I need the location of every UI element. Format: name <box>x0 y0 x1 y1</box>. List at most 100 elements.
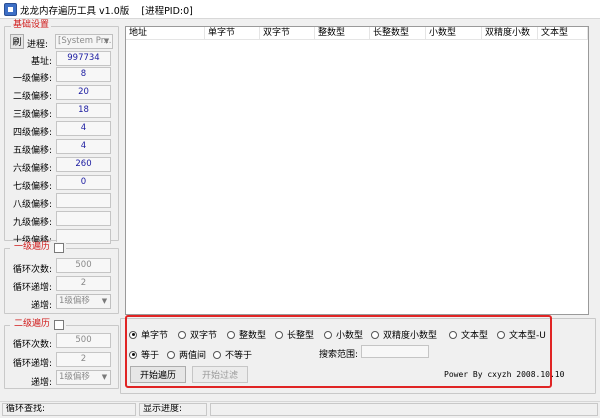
process-select[interactable]: [System Pr... ▼ <box>55 34 113 49</box>
offset-label-5: 五级偏移: <box>12 146 52 156</box>
radio-byte[interactable]: 单字节 <box>129 328 168 341</box>
level1-enable-checkbox[interactable] <box>54 242 65 253</box>
offset-label-6: 六级偏移: <box>12 164 52 174</box>
search-range-field[interactable] <box>361 345 429 358</box>
offset-list: 一级偏移: 8 二级偏移: 20 三级偏移: 18 四级偏移: 4 五级偏移: … <box>0 66 120 246</box>
level2-step-label: 循环递增: <box>12 359 52 369</box>
radio-equal-label: 等于 <box>141 351 160 361</box>
column-header-double[interactable]: 双精度小数 <box>482 27 538 40</box>
level1-loop-label: 循环次数: <box>12 265 52 275</box>
chevron-down-icon[interactable]: ▼ <box>99 371 110 384</box>
radio-float[interactable]: 小数型 <box>324 328 363 341</box>
compare-mode-radios: 等于 两值间 不等于 <box>129 348 309 361</box>
level2-traverse-title: 二级遍历 <box>12 319 53 330</box>
level1-target-value: 1级偏移 <box>59 296 90 306</box>
level2-enable-checkbox[interactable] <box>54 319 65 330</box>
window-title: 龙龙内存遍历工具 v1.0版 [进程PID:0] <box>20 3 193 17</box>
column-header-int[interactable]: 整数型 <box>315 27 370 40</box>
radio-dot[interactable] <box>213 350 221 359</box>
level2-target-value: 1级偏移 <box>59 372 90 382</box>
offset-field-8[interactable] <box>56 193 111 208</box>
status-extra <box>210 403 598 416</box>
level1-target-select[interactable]: 1级偏移 ▼ <box>56 294 111 309</box>
radio-between-label: 两值间 <box>179 351 207 361</box>
radio-dot[interactable] <box>129 330 137 339</box>
radio-dot[interactable] <box>167 350 175 359</box>
column-header-long[interactable]: 长整数型 <box>370 27 426 40</box>
radio-dot[interactable] <box>227 330 235 339</box>
level1-step-field[interactable]: 2 <box>56 276 111 291</box>
radio-dot[interactable] <box>275 330 283 339</box>
offset-label-2: 二级偏移: <box>12 92 52 102</box>
app-icon <box>4 3 17 16</box>
offset-label-8: 八级偏移: <box>12 200 52 210</box>
offset-field-5[interactable]: 4 <box>56 139 111 154</box>
radio-double[interactable]: 双精度小数型 <box>371 328 437 341</box>
offset-label-9: 九级偏移: <box>12 218 52 228</box>
column-header-address[interactable]: 地址 <box>126 27 205 40</box>
offset-field-4[interactable]: 4 <box>56 121 111 136</box>
radio-dot[interactable] <box>129 350 137 359</box>
radio-text-unicode[interactable]: 文本型-U <box>497 328 546 341</box>
level1-target-label: 递增: <box>30 301 52 311</box>
radio-int[interactable]: 整数型 <box>227 328 266 341</box>
column-header-float[interactable]: 小数型 <box>426 27 482 40</box>
offset-field-6[interactable]: 260 <box>56 157 111 172</box>
pid-text: [进程PID:0] <box>141 6 193 17</box>
basic-settings-title: 基础设置 <box>11 20 52 31</box>
title-bar: 龙龙内存遍历工具 v1.0版 [进程PID:0] <box>0 0 600 19</box>
offset-field-7[interactable]: 0 <box>56 175 111 190</box>
radio-double-label: 双精度小数型 <box>383 331 438 341</box>
level1-step-label: 循环递增: <box>12 283 52 293</box>
offset-label-1: 一级偏移: <box>12 74 52 84</box>
radio-text[interactable]: 文本型 <box>449 328 488 341</box>
level2-step-field[interactable]: 2 <box>56 352 111 367</box>
radio-byte-label: 单字节 <box>141 331 169 341</box>
radio-not-equal-label: 不等于 <box>225 351 253 361</box>
app-title: 龙龙内存遍历工具 v1.0版 <box>20 6 130 17</box>
radio-between[interactable]: 两值间 <box>167 348 206 361</box>
radio-equal[interactable]: 等于 <box>129 348 159 361</box>
level1-traverse-title: 一级遍历 <box>12 242 53 253</box>
offset-field-9[interactable] <box>56 211 111 226</box>
radio-long-label: 长整型 <box>287 331 315 341</box>
level1-traverse-header: 一级遍历 <box>10 242 67 253</box>
offset-label-7: 七级偏移: <box>12 182 52 192</box>
status-progress: 显示进度: <box>139 403 207 416</box>
refresh-button[interactable]: 刷 <box>10 34 24 49</box>
offset-field-2[interactable]: 20 <box>56 85 111 100</box>
radio-dot[interactable] <box>178 330 186 339</box>
column-header-word[interactable]: 双字节 <box>260 27 315 40</box>
power-by-text: Power By cxyzh 2008.10.10 <box>444 370 565 379</box>
level2-target-label: 递增: <box>30 378 52 388</box>
status-loop-search: 循环查找: <box>2 403 136 416</box>
data-type-radios: 单字节 双字节 整数型 长整型 小数型 双精度小数型 文本型 文本型-U <box>129 328 553 341</box>
chevron-down-icon[interactable]: ▼ <box>101 35 112 48</box>
level2-traverse-header: 二级遍历 <box>10 319 67 330</box>
offset-label-4: 四级偏移: <box>12 128 52 138</box>
radio-text-label: 文本型 <box>461 331 489 341</box>
level2-target-select[interactable]: 1级偏移 ▼ <box>56 370 111 385</box>
radio-dot[interactable] <box>497 330 505 339</box>
radio-float-label: 小数型 <box>336 331 364 341</box>
radio-word[interactable]: 双字节 <box>178 328 217 341</box>
start-filter-button[interactable]: 开始过滤 <box>192 366 248 383</box>
column-header-byte[interactable]: 单字节 <box>205 27 260 40</box>
radio-dot[interactable] <box>324 330 332 339</box>
radio-dot[interactable] <box>371 330 379 339</box>
chevron-down-icon[interactable]: ▼ <box>99 295 110 308</box>
radio-int-label: 整数型 <box>239 331 267 341</box>
base-address-field[interactable]: 997734 <box>56 51 111 66</box>
level2-loop-field[interactable]: 500 <box>56 333 111 348</box>
radio-dot[interactable] <box>449 330 457 339</box>
search-range-label: 搜索范围: <box>319 350 359 360</box>
radio-not-equal[interactable]: 不等于 <box>213 348 252 361</box>
radio-long[interactable]: 长整型 <box>275 328 314 341</box>
level1-loop-field[interactable]: 500 <box>56 258 111 273</box>
offset-field-3[interactable]: 18 <box>56 103 111 118</box>
offset-field-1[interactable]: 8 <box>56 67 111 82</box>
results-list[interactable]: 地址 单字节 双字节 整数型 长整数型 小数型 双精度小数 文本型 <box>125 26 589 315</box>
column-header-text[interactable]: 文本型 <box>538 27 588 40</box>
radio-text-unicode-label: 文本型-U <box>509 331 546 341</box>
start-traverse-button[interactable]: 开始遍历 <box>130 366 186 383</box>
